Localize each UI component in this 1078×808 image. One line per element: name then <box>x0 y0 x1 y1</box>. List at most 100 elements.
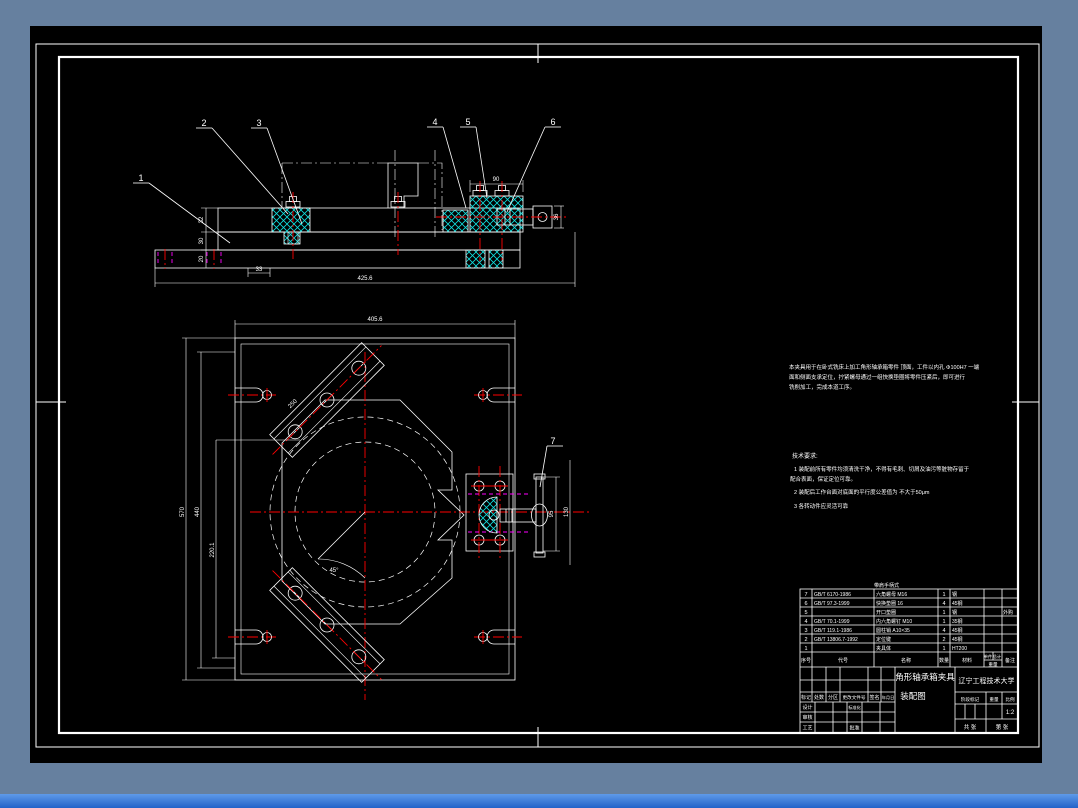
bom-material: 45钢 <box>952 636 963 643</box>
callout-6: 6 <box>550 117 555 127</box>
bom-row-6: 6 GB/T 97.3-1999 快换垫圈 16 4 45钢 <box>804 600 962 607</box>
bom-qty: 4 <box>942 601 945 607</box>
bom-name: 开口垫圈 <box>876 609 896 616</box>
bom-material: 45钢 <box>952 600 963 607</box>
bom-code: GB/T 70.1-1999 <box>814 619 850 625</box>
dim-plan-95: 95 <box>549 510 555 517</box>
callout-1: 1 <box>138 173 143 183</box>
bom-name: 六角螺母 M16 <box>876 591 907 598</box>
bom-header-material: 材料 <box>962 657 972 664</box>
label-weight: 重量 <box>989 696 999 703</box>
bom-name: 圆柱销 A10×35 <box>876 627 910 634</box>
dim-plan-bar-length: 250 <box>287 398 299 410</box>
bom-overflow-text: 带肩手柄式 <box>874 582 899 589</box>
bom-row-5: 5 开口垫圈 1 钢 外购 <box>804 609 1013 616</box>
bom-row-4: 4 GB/T 70.1-1999 内六角螺钉 M10 1 35钢 <box>804 618 962 625</box>
label-design: 设计 <box>802 704 812 711</box>
bom-qty: 1 <box>942 646 945 652</box>
dim-plan-570: 570 <box>180 506 186 517</box>
bom-row-7: 7 GB/T 6170-1986 六角螺母 M16 1 钢 <box>804 591 957 598</box>
clamp-bar-lower <box>269 567 385 683</box>
dim-plan-440: 440 <box>195 506 201 517</box>
label-sign: 签名 <box>869 694 879 701</box>
plan-view: 45° 250 95 130 7 405.6 570 440 220.1 <box>180 317 592 700</box>
callout-2: 2 <box>201 118 206 128</box>
bom-header-weight: 重量 <box>988 661 998 668</box>
label-zone: 分区 <box>828 694 838 701</box>
tech-item-2: 2 装配后工作台面对底面的平行度公差值为 不大于50μm <box>794 488 930 496</box>
application-window: { "window": { "background_color": "#6680… <box>0 0 1078 808</box>
bom-code: GB/T 13806.7-1992 <box>814 637 858 643</box>
bom-qty: 1 <box>942 610 945 616</box>
dim-plan-130: 130 <box>564 506 570 517</box>
label-standard: 标准化 <box>848 704 861 711</box>
bom-material: 钢 <box>952 591 957 598</box>
tech-item-1: 1 装配前所有零件均须清洗干净，不得有毛刺、切屑及油污等脏物存留于 <box>794 465 970 473</box>
note-line-3: 铣削加工，完成本道工序。 <box>789 383 855 391</box>
bom-code: GB/T 119.1-1986 <box>814 628 852 634</box>
bom-qty: 1 <box>942 619 945 625</box>
notes-paragraph: 本夹具用于在卧式铣床上加工角形轴承箱零件 顶面，工件以内孔 Φ100H7 一端 … <box>789 363 980 391</box>
bom-no: 6 <box>804 601 807 607</box>
label-approve: 批准 <box>849 725 859 732</box>
tech-title: 技术要求: <box>792 452 818 460</box>
title-block: 序号 代号 名称 数量 材料 单件 总计 重量 备注 带肩手柄式 7 GB/T … <box>799 582 1019 734</box>
bom-material: 钢 <box>952 609 957 616</box>
note-line-1: 本夹具用于在卧式铣床上加工角形轴承箱零件 顶面，工件以内孔 Φ100H7 一端 <box>789 363 980 371</box>
bom-qty: 1 <box>942 592 945 598</box>
bom-header-name: 名称 <box>901 657 911 664</box>
bom-code: GB/T 6170-1986 <box>814 592 851 598</box>
tech-item-1b: 配合表面，保证定位可靠。 <box>790 475 856 483</box>
label-check: 审核 <box>802 714 812 721</box>
bom-no: 1 <box>804 646 807 652</box>
bom-no: 5 <box>804 610 807 616</box>
dim-front-36: 36 <box>554 213 560 220</box>
bom-header-no: 序号 <box>801 657 811 664</box>
dim-front-overall: 425.6 <box>357 276 373 282</box>
front-view: 90 36 32 30 20 33 425.6 1 2 3 4 5 6 <box>133 117 576 287</box>
bom-qty: 2 <box>942 637 945 643</box>
label-mark: 标记 <box>801 694 811 701</box>
label-stage-mark: 阶段标记 <box>961 696 980 703</box>
bom-row-1: 1 夹具体 1 HT200 <box>804 645 967 652</box>
bom-no: 7 <box>804 592 807 598</box>
sheet-total: 共 张 <box>964 723 977 731</box>
organization-name: 辽宁工程技术大学 <box>959 676 1015 685</box>
bom-qty: 4 <box>942 628 945 634</box>
bom-remark: 外购 <box>1003 609 1013 616</box>
bom-no: 4 <box>804 619 807 625</box>
callout-3: 3 <box>256 118 261 128</box>
bom-header-code: 代号 <box>838 657 848 664</box>
bom-name: 内六角螺钉 M10 <box>876 618 912 625</box>
bom-material: 35钢 <box>952 618 963 625</box>
scale-value: 1:2 <box>1006 710 1015 716</box>
label-doc-no: 更改文件号 <box>843 694 866 701</box>
label-date: 年月日 <box>882 694 895 701</box>
bom-name: 夹具体 <box>876 645 891 652</box>
bom-row-2: 2 GB/T 13806.7-1992 定位键 2 45钢 <box>804 636 962 643</box>
label-scale: 比例 <box>1005 696 1015 703</box>
bom-header-qty: 数量 <box>939 657 949 664</box>
dim-plan-overall: 405.6 <box>367 317 383 323</box>
dim-front-33: 33 <box>256 267 263 273</box>
dim-front-20: 20 <box>199 255 205 262</box>
tech-item-3: 3 各转动件应灵活可靠 <box>794 502 849 510</box>
bom-name: 快换垫圈 16 <box>876 600 903 607</box>
note-line-2: 面和侧面支承定位，拧紧螺母通过一组快换垫圈将零件压紧后，即可进行 <box>789 373 966 381</box>
dim-plan-angle: 45° <box>329 568 339 574</box>
bom-no: 2 <box>804 637 807 643</box>
plan-dimensions: 405.6 570 440 220.1 <box>180 317 516 681</box>
engineering-drawing: 90 36 32 30 20 33 425.6 1 2 3 4 5 6 45° … <box>35 43 1040 748</box>
technical-requirements: 技术要求: 1 装配前所有零件均须清洗干净，不得有毛刺、切屑及油污等脏物存留于 … <box>790 452 970 510</box>
callout-5: 5 <box>465 117 470 127</box>
dim-front-90: 90 <box>493 177 500 183</box>
bom-header-weight-total: 总计 <box>993 653 1001 660</box>
dim-plan-220: 220.1 <box>210 542 216 558</box>
label-count: 处数 <box>814 694 824 701</box>
drawing-subtitle: 装配图 <box>900 691 926 701</box>
callout-7: 7 <box>550 436 555 446</box>
sheet-number: 第 张 <box>996 723 1009 731</box>
bom-code: GB/T 97.3-1999 <box>814 601 850 607</box>
drawing-title: 角形轴承箱夹具 <box>895 672 955 682</box>
bom-row-3: 3 GB/T 119.1-1986 圆柱销 A10×35 4 45钢 <box>804 627 962 634</box>
